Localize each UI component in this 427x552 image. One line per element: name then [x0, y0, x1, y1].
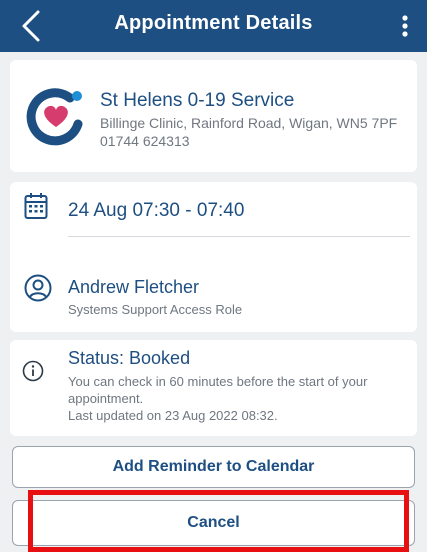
vertical-ellipsis-icon[interactable] — [395, 10, 415, 42]
chevron-left-icon[interactable] — [18, 8, 44, 44]
info-icon — [22, 360, 44, 382]
status-card: Status: Booked You can check in 60 minut… — [10, 340, 417, 436]
status-last-updated: Last updated on 23 Aug 2022 08:32. — [68, 408, 278, 423]
status-checkin-note: You can check in 60 minutes before the s… — [68, 374, 368, 406]
status-description: You can check in 60 minutes before the s… — [68, 373, 408, 424]
user-circle-icon — [24, 274, 52, 302]
add-reminder-button[interactable]: Add Reminder to Calendar — [12, 446, 415, 488]
clinician-name: Andrew Fletcher — [68, 277, 200, 297]
cancel-button[interactable]: Cancel — [12, 500, 415, 546]
clinician-role: Systems Support Access Role — [68, 302, 243, 317]
heart-c-logo-icon — [26, 88, 83, 146]
status-title: Status: Booked — [68, 348, 191, 368]
clinic-card: St Helens 0-19 Service Billinge Clinic, … — [10, 60, 417, 172]
divider — [68, 236, 410, 237]
clinic-phone[interactable]: 01744 624313 — [100, 133, 190, 149]
appointment-card: 24 Aug 07:30 - 07:40 Andrew Fletcher Sys… — [10, 182, 417, 332]
clinic-name: St Helens 0-19 Service — [100, 90, 295, 111]
app-header: Appointment Details — [0, 0, 427, 52]
calendar-icon — [24, 193, 48, 219]
clinic-address: Billinge Clinic, Rainford Road, Wigan, W… — [100, 115, 398, 131]
page-title: Appointment Details — [114, 11, 313, 34]
appointment-time: 24 Aug 07:30 - 07:40 — [68, 200, 245, 221]
